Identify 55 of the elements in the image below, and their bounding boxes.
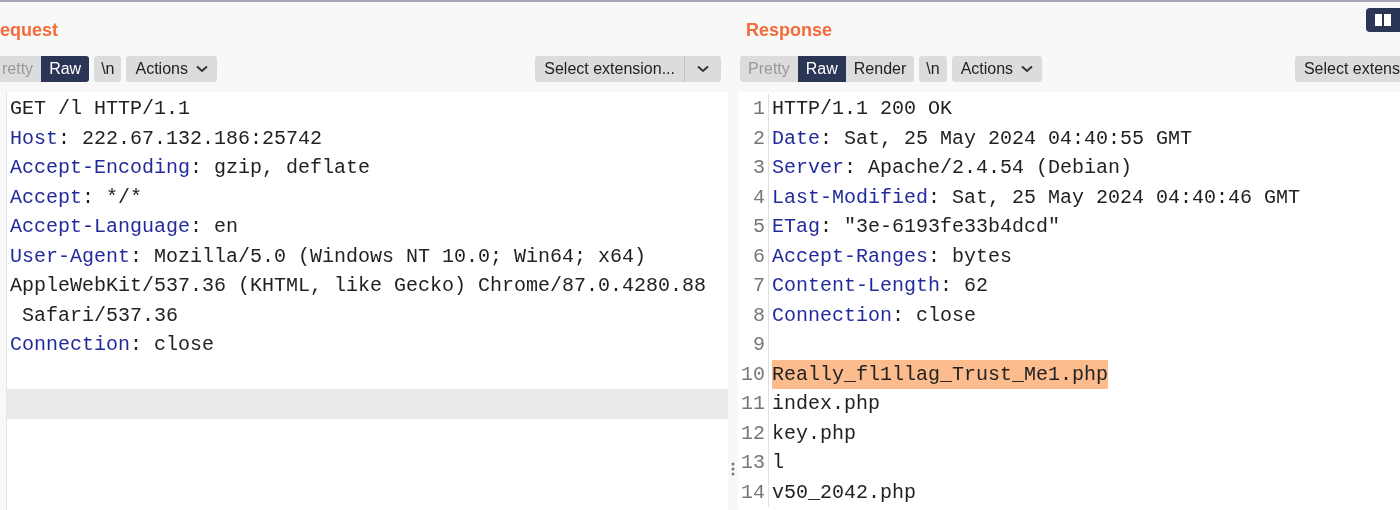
panel-title: equest	[0, 19, 59, 42]
code-line: HTTP/1.1 200 OK	[772, 96, 953, 122]
line-number: 12	[741, 420, 765, 447]
code-line: Host: 222.67.132.186:25742	[9, 125, 324, 152]
code-line: Accept-Ranges: bytes	[772, 243, 1013, 270]
view-tab[interactable]: Raw	[797, 56, 846, 82]
code-line: Accept-Language: en	[9, 214, 240, 240]
code-line: ETag: "3e-6193fe33b4dcd"	[772, 214, 1061, 240]
line-number: 5	[753, 214, 765, 240]
chevron-down-icon	[1021, 65, 1034, 73]
code-line: AppleWebKit/537.36 (KHTML, like Gecko) Chrome/87.0.4280.88	[9, 273, 708, 299]
extension-select[interactable]: Select extension...	[535, 56, 721, 82]
code-line: index.php	[772, 391, 881, 417]
code-line: Accept: */*	[9, 184, 144, 211]
line-number: 3	[753, 155, 765, 181]
chevron-down-icon	[195, 65, 208, 73]
line-number: 9	[753, 332, 765, 358]
code-line: Server: Apache/2.4.54 (Debian)	[772, 155, 1133, 181]
code-line: GET /l HTTP/1.1	[9, 96, 192, 122]
line-number: 10	[741, 361, 765, 388]
panel-title: Response	[746, 19, 833, 42]
actions-button[interactable]: Actions	[126, 56, 217, 82]
line-number: 8	[753, 302, 765, 329]
line-number: 4	[753, 184, 765, 211]
code-line: key.php	[772, 420, 856, 447]
code-line: Last-Modified: Sat, 25 May 2024 04:40:46 GMT	[772, 184, 1301, 211]
actions-label: Actions	[135, 59, 188, 79]
code-line: User-Agent: Mozilla/5.0 (Windows NT 10.0; Win64; x64)	[9, 243, 648, 270]
line-number: 6	[753, 243, 765, 270]
layout-toggle-button[interactable]	[1366, 8, 1400, 32]
actions-button[interactable]: Actions	[951, 56, 1043, 82]
code-line: l	[772, 450, 784, 476]
code-line: Safari/537.36	[21, 302, 180, 329]
extension-label: Select extension...	[535, 56, 685, 82]
line-number: 2	[753, 125, 765, 152]
newline-button[interactable]: \n	[919, 56, 947, 82]
extension-select[interactable]: Select extens	[1294, 56, 1400, 82]
view-tab[interactable]: Render	[845, 56, 915, 82]
line-number: 7	[753, 273, 765, 299]
drag-handle-icon[interactable]	[731, 462, 735, 476]
code-line: Date: Sat, 25 May 2024 04:40:55 GMT	[772, 125, 1193, 152]
line-number: 13	[741, 450, 765, 476]
code-line: v50_2042.php	[772, 479, 917, 506]
columns-icon	[1375, 14, 1391, 26]
code-line: Accept-Encoding: gzip, deflate	[9, 155, 372, 181]
actions-label: Actions	[960, 59, 1014, 79]
view-tab[interactable]: Raw	[41, 56, 90, 82]
code-line: Connection: close	[9, 332, 216, 358]
code-line: Connection: close	[772, 302, 977, 329]
code-line: Content-Length: 62	[772, 273, 989, 299]
newline-button[interactable]: \n	[94, 56, 122, 82]
line-number: 11	[741, 391, 765, 417]
chevron-down-icon	[697, 65, 709, 73]
line-number: 1	[753, 96, 765, 122]
line-number: 14	[741, 479, 765, 506]
